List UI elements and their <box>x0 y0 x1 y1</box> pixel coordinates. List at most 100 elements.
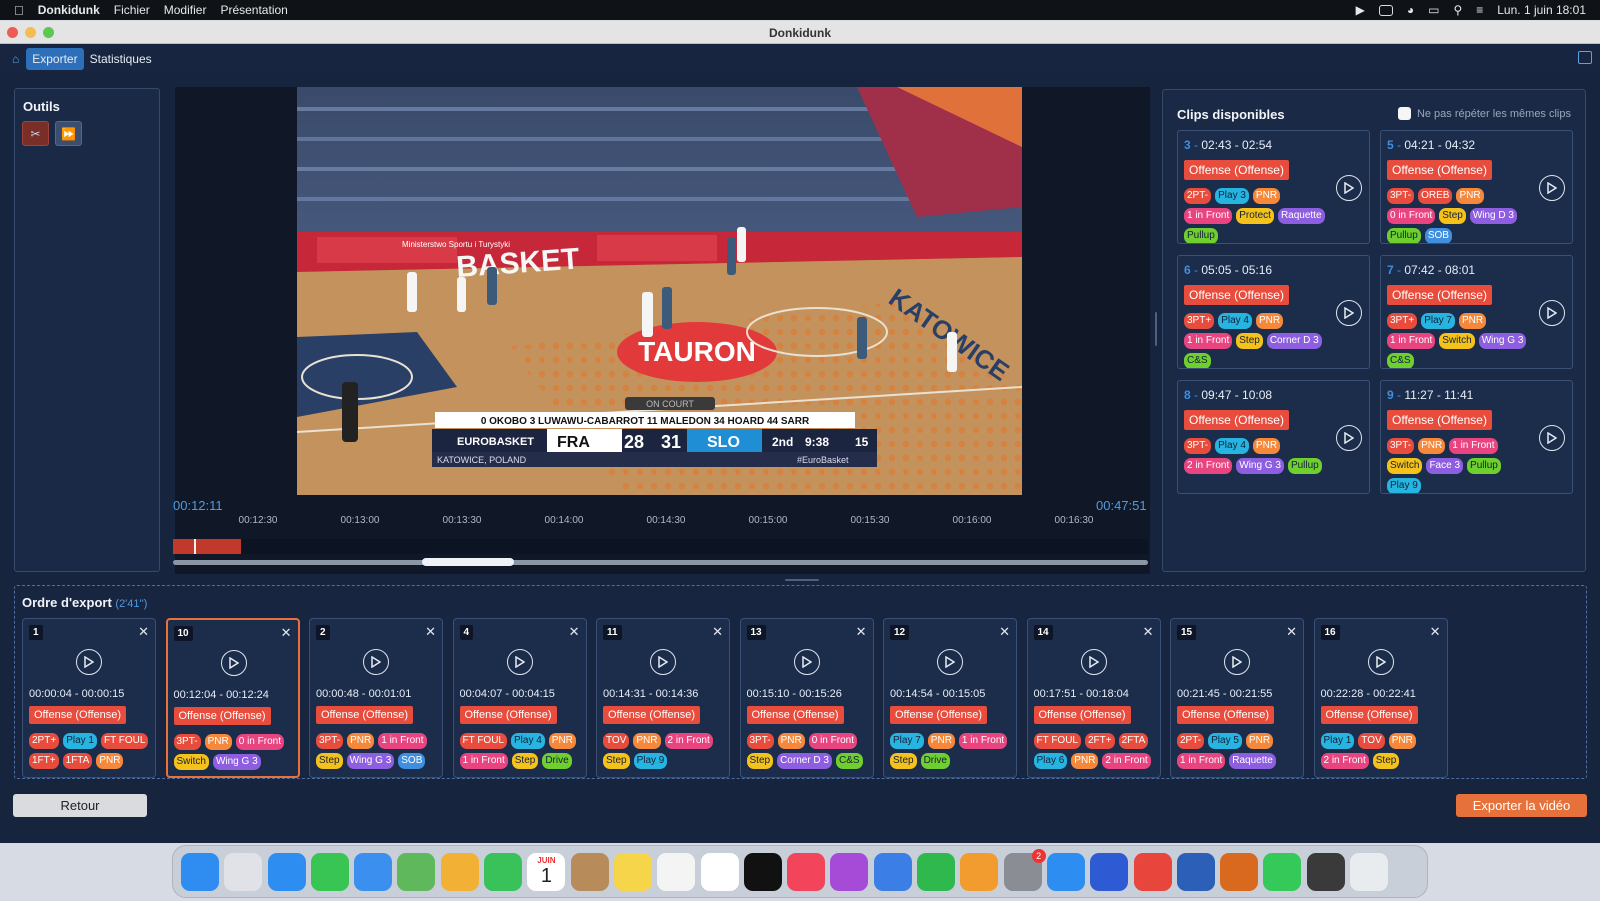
freeform-icon[interactable] <box>657 852 696 891</box>
play-clip-icon[interactable] <box>1336 300 1362 326</box>
notes-icon[interactable] <box>613 852 652 891</box>
music-icon[interactable] <box>787 852 826 891</box>
app-store-icon[interactable] <box>1046 852 1085 891</box>
timeline-scroll-thumb[interactable] <box>422 558 514 566</box>
timeline-track[interactable] <box>173 539 1148 554</box>
no-repeat-option[interactable]: Ne pas répéter les mêmes clips <box>1397 107 1571 120</box>
play-clip-icon[interactable] <box>1367 649 1394 675</box>
clip-card[interactable]: 8 - 09:47 - 10:08 Offense (Offense) 3PT- Pl… <box>1177 380 1370 494</box>
video-player[interactable]: TAURON BASKET KATOWICE Ministerstwo Spor… <box>297 87 1022 495</box>
spotlight-search-icon[interactable]: ⚲ <box>1453 3 1462 17</box>
clip-card[interactable]: 9 - 11:27 - 11:41 Offense (Offense) 3PT- PN… <box>1380 380 1573 494</box>
battery-icon[interactable] <box>1378 4 1393 16</box>
clock[interactable]: Lun. 1 juin 18:01 <box>1497 3 1586 17</box>
remove-clip-icon[interactable]: ✕ <box>425 624 436 640</box>
home-icon[interactable]: ⌂ <box>12 52 19 66</box>
play-clip-icon[interactable] <box>793 649 820 675</box>
export-clip-card[interactable]: 16 ✕ 00:22:28 - 00:22:41 Offense (Offense) P… <box>1313 618 1448 778</box>
export-clip-card[interactable]: 4 ✕ 00:04:07 - 00:04:15 Offense (Offense) FT… <box>452 618 587 778</box>
numbers-icon[interactable] <box>917 852 956 891</box>
menu-fichier[interactable]: Fichier <box>114 3 150 17</box>
export-clip-card[interactable]: 10 ✕ 00:12:04 - 00:12:24 Offense (Offense) 3… <box>165 618 300 778</box>
launchpad-icon[interactable] <box>224 852 263 891</box>
calendar-icon[interactable]: JUIN 1 <box>527 852 566 891</box>
vertical-splitter[interactable] <box>1155 312 1157 346</box>
safari-icon[interactable] <box>267 852 306 891</box>
downloads-icon[interactable] <box>1306 852 1345 891</box>
fast-forward-icon[interactable]: ⏩ <box>55 121 82 146</box>
horizontal-splitter[interactable] <box>785 579 819 581</box>
remove-clip-icon[interactable]: ✕ <box>999 624 1010 640</box>
play-clip-icon[interactable] <box>1080 649 1107 675</box>
remove-clip-icon[interactable]: ✕ <box>1143 624 1154 640</box>
play-clip-icon[interactable] <box>363 649 389 675</box>
apple-tv-icon[interactable] <box>743 852 782 891</box>
menu-app-name[interactable]: Donkidunk <box>38 3 100 17</box>
reminders-icon[interactable] <box>700 852 739 891</box>
chrome-icon[interactable] <box>1133 852 1172 891</box>
wifi-icon[interactable]: ◕ <box>1407 3 1414 17</box>
timeline-playhead[interactable] <box>194 539 196 554</box>
play-status-icon[interactable]: ▶ <box>1356 3 1365 17</box>
export-clip-card[interactable]: 11 ✕ 00:14:31 - 00:14:36 Offense (Offense) T… <box>596 618 730 778</box>
keynote-icon[interactable] <box>873 852 912 891</box>
play-clip-icon[interactable] <box>937 649 963 675</box>
clip-card[interactable]: 5 - 04:21 - 04:32 Offense (Offense) 3PT- OR… <box>1380 130 1573 244</box>
export-clip-card[interactable]: 2 ✕ 00:00:48 - 00:01:01 Offense (Offense) 3P… <box>309 618 443 778</box>
contacts-icon[interactable] <box>570 852 609 891</box>
trash-icon[interactable] <box>1350 852 1389 891</box>
finder-icon[interactable] <box>181 852 219 891</box>
play-clip-icon[interactable] <box>1539 175 1565 201</box>
facetime-icon[interactable] <box>484 852 523 891</box>
basketball-app-icon[interactable] <box>1220 852 1259 891</box>
menu-presentation[interactable]: Présentation <box>220 3 287 17</box>
play-clip-icon[interactable] <box>1539 425 1565 451</box>
fd-icon[interactable] <box>1090 852 1129 891</box>
clip-card[interactable]: 3 - 02:43 - 02:54 Offense (Offense) 2PT- Pl… <box>1177 130 1370 244</box>
play-clip-icon[interactable] <box>1224 649 1250 675</box>
export-clip-card[interactable]: 15 ✕ 00:21:45 - 00:21:55 Offense (Offense) 2… <box>1170 618 1304 778</box>
remove-clip-icon[interactable]: ✕ <box>569 624 580 640</box>
pages-icon[interactable] <box>960 852 999 891</box>
control-center-icon[interactable]: ≡ <box>1476 3 1483 17</box>
tab-exporter[interactable]: Exporter <box>26 47 84 70</box>
maps-icon[interactable] <box>397 852 436 891</box>
whatsapp-icon[interactable] <box>1263 852 1302 891</box>
remove-clip-icon[interactable]: ✕ <box>138 624 149 640</box>
scissors-icon[interactable]: ✂ <box>22 121 49 146</box>
podcasts-icon[interactable] <box>830 852 869 891</box>
play-clip-icon[interactable] <box>76 649 102 675</box>
play-clip-icon[interactable] <box>1336 425 1362 451</box>
remove-clip-icon[interactable]: ✕ <box>712 624 723 640</box>
export-clip-card[interactable]: 13 ✕ 00:15:10 - 00:15:26 Offense (Offense) 3… <box>739 618 874 778</box>
play-clip-icon[interactable] <box>1539 300 1565 326</box>
export-clip-card[interactable]: 14 ✕ 00:17:51 - 00:18:04 Offense (Offense) F… <box>1026 618 1161 778</box>
word-icon[interactable] <box>1176 852 1215 891</box>
clip-card[interactable]: 7 - 07:42 - 08:01 Offense (Offense) 3PT+ Pl… <box>1380 255 1573 369</box>
no-repeat-checkbox[interactable] <box>1397 107 1411 120</box>
layout-toggle-icon[interactable] <box>1578 51 1592 64</box>
apple-menu-icon[interactable]:  <box>14 3 24 18</box>
export-clip-card[interactable]: 1 ✕ 00:00:04 - 00:00:15 Offense (Offense) 2P… <box>22 618 156 778</box>
export-video-button[interactable]: Exporter la vidéo <box>1456 794 1587 817</box>
timeline-scrollbar[interactable] <box>173 560 1148 565</box>
menu-modifier[interactable]: Modifier <box>164 3 207 17</box>
messages-icon[interactable] <box>310 852 349 891</box>
play-clip-icon[interactable] <box>650 649 676 675</box>
play-clip-icon[interactable] <box>506 649 533 675</box>
timeline-clip-selection[interactable] <box>173 539 241 554</box>
remove-clip-icon[interactable]: ✕ <box>281 625 292 641</box>
remove-clip-icon[interactable]: ✕ <box>1286 624 1297 640</box>
play-clip-icon[interactable] <box>220 650 247 676</box>
remove-clip-icon[interactable]: ✕ <box>856 624 867 640</box>
export-clip-card[interactable]: 12 ✕ 00:14:54 - 00:15:05 Offense (Offense) P… <box>883 618 1017 778</box>
tab-statistiques[interactable]: Statistiques <box>84 48 158 70</box>
system-settings-icon[interactable]: 2 <box>1003 848 1046 891</box>
remove-clip-icon[interactable]: ✕ <box>1430 624 1441 640</box>
photos-icon[interactable] <box>440 852 479 891</box>
screen-mirroring-icon[interactable]: ▭ <box>1428 3 1439 17</box>
back-button[interactable]: Retour <box>13 794 147 817</box>
play-clip-icon[interactable] <box>1336 175 1362 201</box>
mail-icon[interactable] <box>354 852 393 891</box>
clip-card[interactable]: 6 - 05:05 - 05:16 Offense (Offense) 3PT+ Pl… <box>1177 255 1370 369</box>
